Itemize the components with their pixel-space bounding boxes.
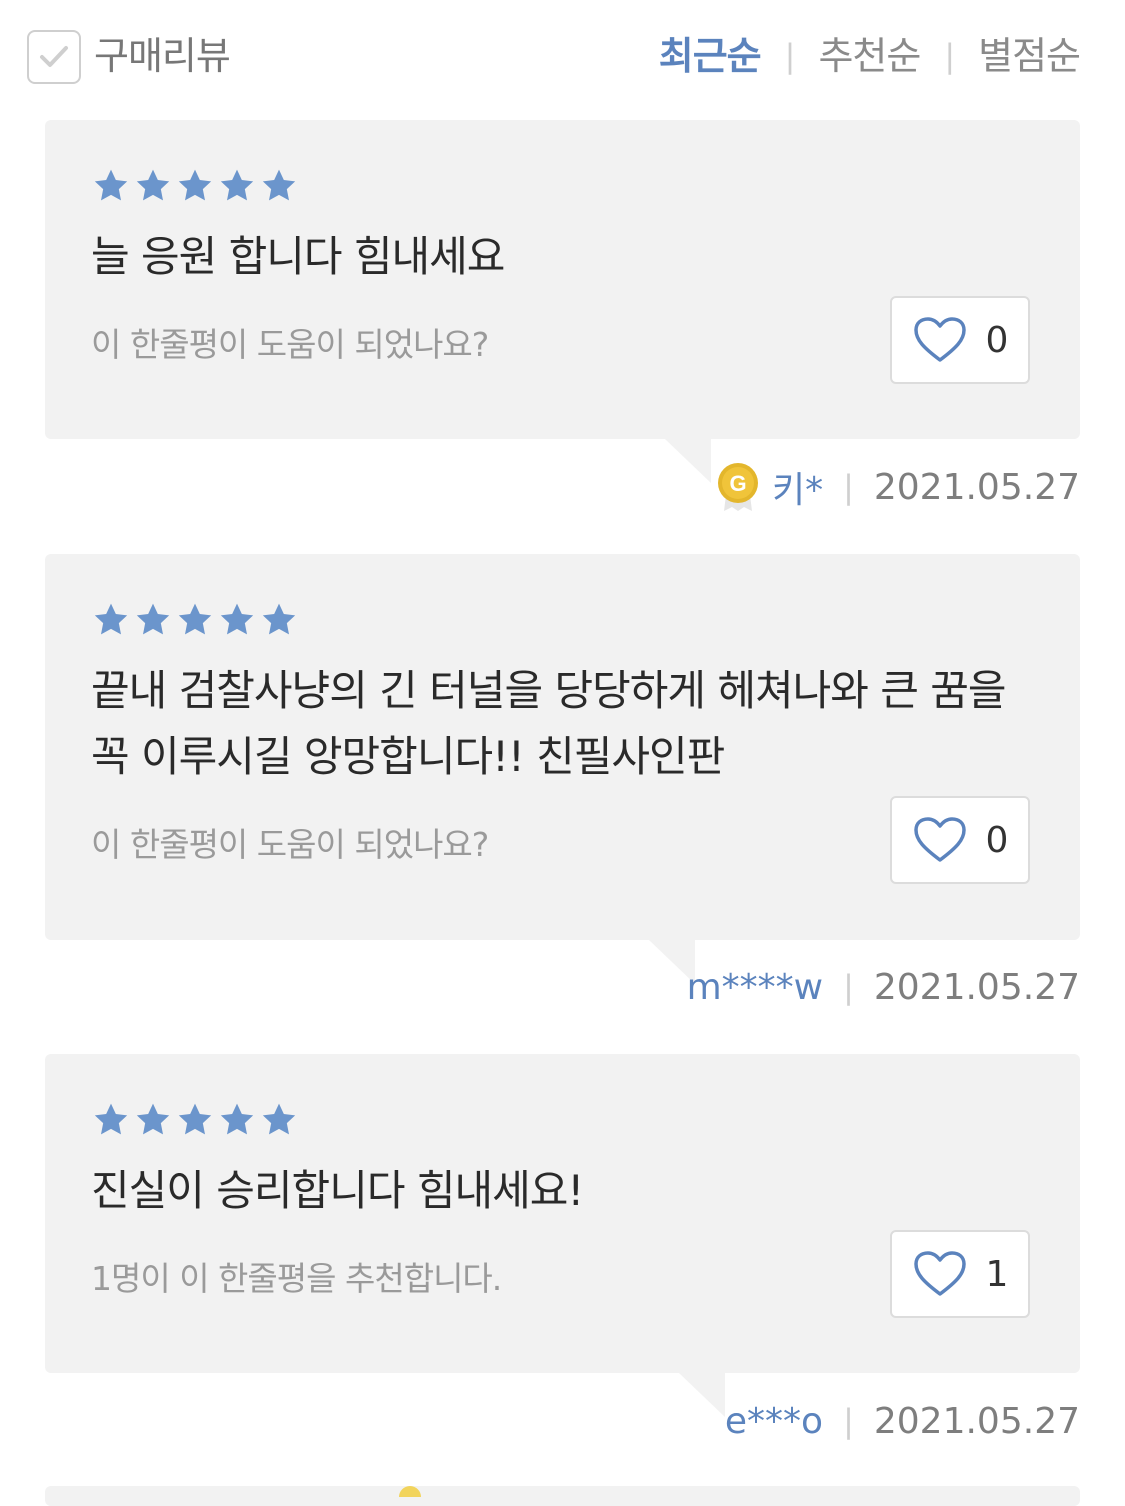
helpful-prompt: 1명이 이 한줄평을 추천합니다. (91, 1259, 502, 1298)
star-icon (262, 603, 296, 635)
review-item: 끝내 검찰사냥의 긴 터널을 당당하게 헤쳐나와 큰 꿈을 꼭 이루시길 앙망합… (45, 554, 1080, 1008)
star-icon (220, 169, 254, 201)
review-date: 2021.05.27 (873, 466, 1080, 508)
check-icon (40, 46, 68, 67)
reviewer-name[interactable]: 키* (772, 461, 823, 513)
star-icon (262, 169, 296, 201)
review-meta: e***o | 2021.05.27 (725, 1398, 1080, 1444)
review-meta: m****w | 2021.05.27 (687, 964, 1080, 1010)
review-item: 진실이 승리합니다 힘내세요! 1명이 이 한줄평을 추천합니다. 1 e***… (45, 1054, 1080, 1442)
review-text: 늘 응원 합니다 힘내세요 (91, 232, 505, 281)
like-button[interactable]: 0 (890, 796, 1030, 884)
sort-separator: | (784, 37, 796, 75)
reviewer-name[interactable]: e***o (725, 1401, 823, 1442)
sort-tab-recent[interactable]: 최근순 (659, 30, 762, 82)
review-card: 늘 응원 합니다 힘내세요 이 한줄평이 도움이 되었나요? 0 (45, 120, 1080, 483)
review-meta: G 키* | 2021.05.27 (716, 461, 1080, 513)
purchase-review-label[interactable]: 구매리뷰 (94, 31, 231, 81)
speech-tail (665, 439, 711, 483)
like-count: 1 (985, 1253, 1009, 1295)
like-count: 0 (985, 319, 1009, 361)
heart-icon (913, 317, 966, 362)
reviewer[interactable]: m****w (687, 967, 824, 1008)
sort-tabs: 최근순 | 추천순 | 별점순 (659, 30, 1081, 82)
review-text: 끝내 검찰사냥의 긴 터널을 당당하게 헤쳐나와 큰 꿈을 꼭 이루시길 앙망합… (91, 666, 1007, 781)
sort-separator: | (944, 37, 955, 75)
star-icon (220, 603, 254, 635)
review-text: 진실이 승리합니다 힘내세요! (91, 1166, 584, 1215)
reviewer-name[interactable]: m****w (687, 967, 824, 1008)
star-icon (94, 1103, 128, 1135)
reviewer[interactable]: G 키* (716, 461, 823, 513)
grade-badge-icon: G (717, 463, 758, 511)
meta-separator: | (843, 1402, 854, 1440)
star-rating (91, 164, 1034, 208)
review-item: 늘 응원 합니다 힘내세요 이 한줄평이 도움이 되었나요? 0 G 키* | … (45, 120, 1080, 511)
star-rating (91, 598, 1034, 642)
purchase-review-checkbox[interactable] (27, 30, 81, 84)
like-button[interactable]: 0 (890, 296, 1030, 384)
star-icon (262, 1103, 296, 1135)
sort-tab-rating[interactable]: 별점순 (978, 30, 1081, 82)
heart-icon (913, 1251, 966, 1296)
star-icon (136, 603, 170, 635)
meta-separator: | (843, 468, 854, 506)
star-icon (178, 169, 212, 201)
star-icon (136, 1103, 170, 1135)
star-icon (178, 603, 212, 635)
badge-letter: G (729, 471, 746, 496)
star-icon (136, 169, 170, 201)
meta-separator: | (843, 968, 854, 1006)
review-date: 2021.05.27 (873, 1400, 1080, 1442)
like-count: 0 (985, 819, 1009, 861)
badge-peek (399, 1486, 421, 1497)
helpful-prompt: 이 한줄평이 도움이 되었나요? (91, 325, 489, 364)
review-date: 2021.05.27 (873, 966, 1080, 1008)
speech-tail (679, 1373, 725, 1417)
star-icon (178, 1103, 212, 1135)
star-icon (94, 603, 128, 635)
star-icon (94, 169, 128, 201)
next-review-card-peek (45, 1486, 1080, 1506)
star-icon (220, 1103, 254, 1135)
star-rating (91, 1098, 1034, 1142)
like-button[interactable]: 1 (890, 1230, 1030, 1318)
reviewer[interactable]: e***o (725, 1401, 823, 1442)
helpful-prompt: 이 한줄평이 도움이 되었나요? (91, 825, 489, 864)
sort-tab-recommended[interactable]: 추천순 (818, 30, 921, 82)
heart-icon (913, 817, 966, 862)
review-header: 구매리뷰 최근순 | 추천순 | 별점순 (0, 0, 1125, 118)
review-card: 끝내 검찰사냥의 긴 터널을 당당하게 헤쳐나와 큰 꿈을 꼭 이루시길 앙망합… (45, 554, 1080, 984)
review-card: 진실이 승리합니다 힘내세요! 1명이 이 한줄평을 추천합니다. 1 (45, 1054, 1080, 1417)
